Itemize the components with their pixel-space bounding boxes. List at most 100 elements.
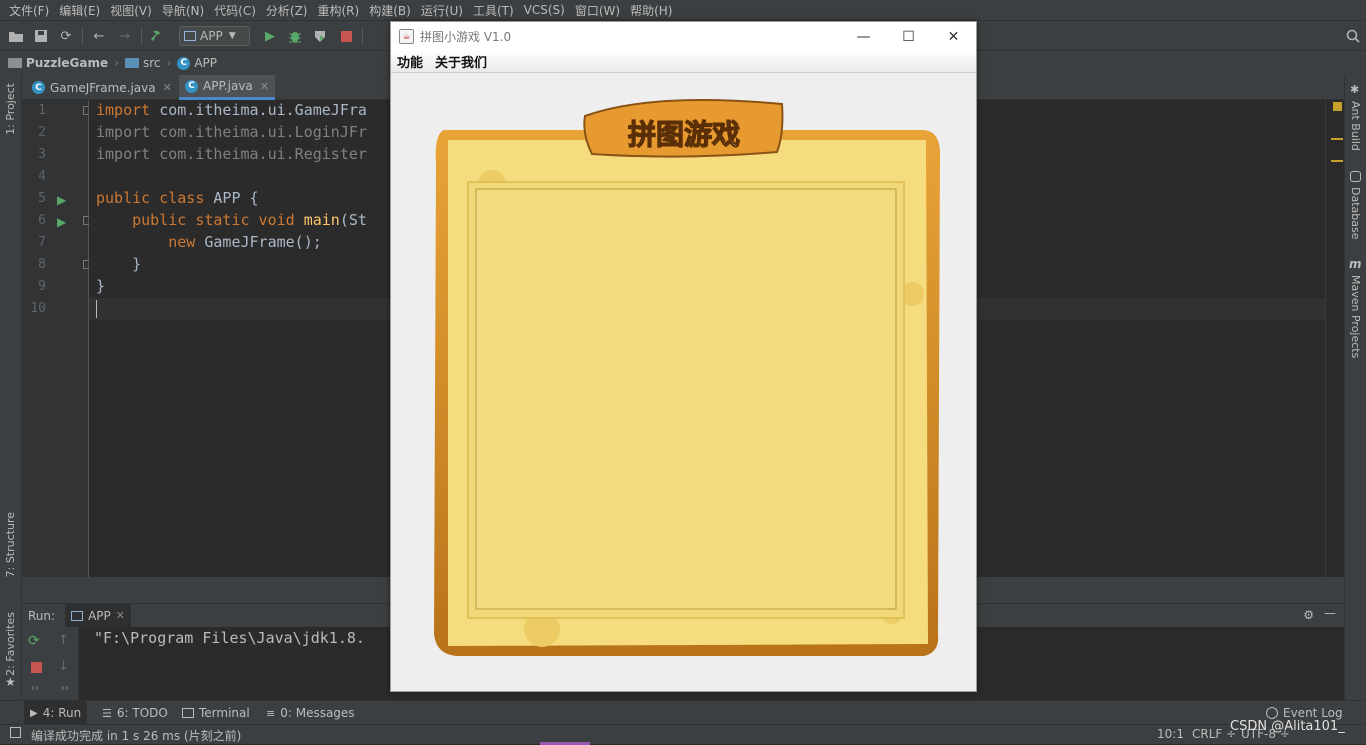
more-icon[interactable]: ›› [61,683,69,694]
forward-arrow-icon[interactable]: → [117,28,133,44]
breadcrumb-file-label: APP [194,56,217,70]
code-text: GameJFrame(); [195,233,322,251]
gear-icon[interactable]: ⚙ [1303,608,1314,622]
tab-terminal[interactable]: Terminal [176,701,256,725]
tab-app[interactable]: C APP.java ✕ [179,75,275,100]
favorites-tool-tab[interactable]: 2: Favorites [4,612,17,676]
minimize-button[interactable]: — [841,22,886,51]
ant-build-tool-tab[interactable]: Ant Build [1349,101,1362,151]
run-config-select[interactable]: APP ▼ [179,26,250,46]
run-toolbar: ⟳ ↑ ↓ ›› ›› [22,627,79,700]
run-icon[interactable]: ▶ [262,28,278,44]
game-menu-bar: 功能 关于我们 [391,51,976,73]
tab-todo[interactable]: ☰ 6: TODO [96,701,174,725]
run-gutter-icon[interactable]: ▶ [57,193,66,207]
menu-analyze[interactable]: 分析(Z) [261,2,313,19]
watermark: CSDN @Alita101_ [1230,719,1345,734]
bottom-tool-tabs: ▶ 4: Run ☰ 6: TODO Terminal ≡ 0: Message… [0,700,1366,725]
stop-icon[interactable] [31,662,42,673]
menu-navigate[interactable]: 导航(N) [157,2,209,19]
warning-marker[interactable] [1333,102,1342,111]
keyword: import [96,101,151,119]
search-icon[interactable] [1345,28,1361,44]
warning-stripe[interactable] [1331,160,1343,162]
database-icon [1350,171,1361,182]
close-icon[interactable]: ✕ [163,81,172,94]
line-number: 3 [38,147,46,162]
sync-icon[interactable]: ⟳ [58,28,74,44]
breadcrumb-separator: › [166,56,172,70]
close-icon[interactable]: ✕ [260,80,269,93]
list-icon: ☰ [102,706,112,720]
rerun-icon[interactable]: ⟳ [28,633,40,649]
tab-messages[interactable]: ≡ 0: Messages [260,701,361,725]
line-number: 10 [30,301,46,316]
tab-run[interactable]: ▶ 4: Run [24,701,88,725]
editor-scrollbar[interactable] [1325,100,1344,577]
menu-file[interactable]: 文件(F) [4,2,54,19]
left-tool-strip: 1: Project 7: Structure 2: Favorites ★ [0,75,22,700]
menu-vcs[interactable]: VCS(S) [519,3,570,17]
back-arrow-icon[interactable]: ← [91,28,107,44]
warning-stripe[interactable] [1331,138,1343,140]
keyword: new [96,233,196,251]
maximize-button[interactable]: ☐ [886,22,931,51]
more-icon[interactable]: ›› [31,683,39,694]
code-line-8: } [96,255,142,273]
java-class-icon: C [177,56,191,70]
menu-window[interactable]: 窗口(W) [570,2,625,19]
menu-build[interactable]: 构建(B) [364,2,416,19]
terminal-icon [182,708,194,718]
menu-view[interactable]: 视图(V) [105,2,157,19]
close-button[interactable]: ✕ [931,22,976,51]
breadcrumb-folder-label: src [142,56,161,70]
run-tab-app[interactable]: APP ✕ [65,603,131,628]
status-toggle-icon[interactable] [10,727,21,738]
menu-function[interactable]: 功能 [391,52,429,71]
text-caret [96,300,97,318]
save-icon[interactable] [33,28,49,44]
menu-edit[interactable]: 编辑(E) [54,2,105,19]
database-tool-tab[interactable]: Database [1349,187,1362,240]
caret-position[interactable]: 10:1 [1157,727,1184,741]
code-text: (St [339,211,367,229]
run-gutter-icon[interactable]: ▶ [57,215,66,229]
tab-gameframe[interactable]: C GameJFrame.java ✕ [26,75,178,100]
app-config-icon [184,31,196,41]
code-line-6: public static void main(St [96,211,367,229]
menu-code[interactable]: 代码(C) [209,2,261,19]
open-folder-icon[interactable] [8,28,24,44]
debug-icon[interactable] [287,28,303,44]
game-window[interactable]: ☕ 拼图小游戏 V1.0 — ☐ ✕ 功能 关于我们 拼图游戏 [390,21,977,692]
maven-tool-tab[interactable]: Maven Projects [1349,275,1362,358]
status-message[interactable]: 编译成功完成 in 1 s 26 ms (片刻之前) [31,727,241,744]
menu-tools[interactable]: 工具(T) [468,2,519,19]
down-arrow-icon[interactable]: ↓ [58,659,69,674]
coverage-icon[interactable] [312,28,328,44]
build-hammer-icon[interactable] [150,28,166,44]
menu-run[interactable]: 运行(U) [416,2,468,19]
close-icon[interactable]: ✕ [116,609,125,622]
code-line-5: public class APP { [96,189,259,207]
code-line-1: import com.itheima.ui.GameJFra [96,101,367,119]
tab-label: APP.java [203,79,253,93]
breadcrumb-folder[interactable]: src [124,56,161,70]
project-tool-tab[interactable]: 1: Project [4,83,17,135]
puzzle-area[interactable] [475,188,897,610]
chevron-down-icon: ▼ [228,31,236,41]
breadcrumb-project[interactable]: PuzzleGame [8,56,108,70]
game-title-bar[interactable]: ☕ 拼图小游戏 V1.0 — ☐ ✕ [391,22,976,51]
breadcrumb-file[interactable]: C APP [177,56,217,70]
up-arrow-icon[interactable]: ↑ [58,633,69,648]
stop-icon[interactable] [338,28,354,44]
game-window-title: 拼图小游戏 V1.0 [420,30,512,44]
menu-refactor[interactable]: 重构(R) [313,2,365,19]
menu-about-us[interactable]: 关于我们 [429,52,493,71]
minimize-icon[interactable]: — [1324,606,1336,620]
method-name: main [294,211,340,229]
menu-help[interactable]: 帮助(H) [625,2,677,19]
structure-tool-tab[interactable]: 7: Structure [4,512,17,577]
line-number: 2 [38,125,46,140]
line-number: 5 [38,191,46,206]
tab-label: GameJFrame.java [50,80,156,95]
